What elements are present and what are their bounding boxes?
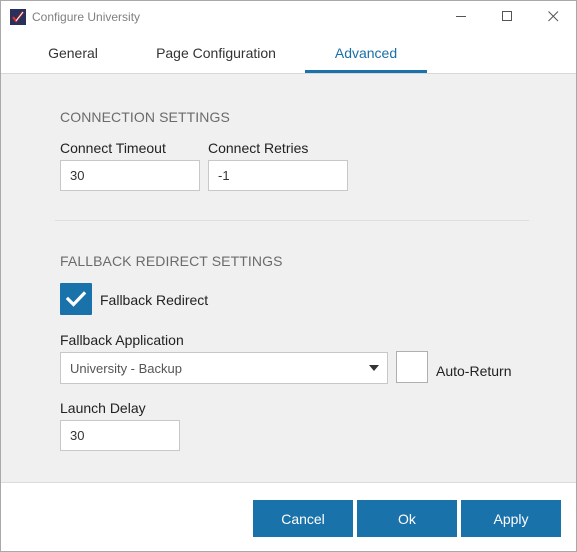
fallback-redirect-checkbox[interactable]: [60, 283, 92, 315]
maximize-button[interactable]: [484, 1, 530, 32]
advanced-panel: CONNECTION SETTINGS Connect Timeout Conn…: [1, 74, 576, 482]
tab-page-configuration[interactable]: Page Configuration: [143, 32, 289, 74]
maximize-icon: [501, 11, 512, 21]
connect-retries-input[interactable]: [208, 160, 348, 191]
fallback-settings-heading: FALLBACK REDIRECT SETTINGS: [60, 253, 283, 269]
auto-return-label: Auto-Return: [436, 363, 512, 379]
configure-dialog: Configure University General Page Config…: [0, 0, 577, 552]
section-divider: [55, 220, 529, 221]
checkmark-icon: [66, 291, 86, 307]
tab-general[interactable]: General: [27, 32, 119, 74]
connect-timeout-label: Connect Timeout: [60, 140, 166, 156]
connection-settings-heading: CONNECTION SETTINGS: [60, 109, 230, 125]
launch-delay-input[interactable]: [60, 420, 180, 451]
close-icon: [547, 11, 558, 22]
window-title: Configure University: [32, 10, 141, 24]
connect-retries-label: Connect Retries: [208, 140, 309, 156]
active-tab-indicator: [305, 70, 427, 73]
title-bar[interactable]: Configure University: [1, 1, 576, 32]
minimize-icon: [455, 16, 466, 17]
tab-advanced[interactable]: Advanced: [305, 32, 427, 74]
minimize-button[interactable]: [438, 1, 484, 32]
ok-button[interactable]: Ok: [357, 500, 457, 537]
close-button[interactable]: [530, 1, 576, 32]
connect-timeout-input[interactable]: [60, 160, 200, 191]
apply-button[interactable]: Apply: [461, 500, 561, 537]
cancel-button[interactable]: Cancel: [253, 500, 353, 537]
fallback-application-value: University - Backup: [70, 360, 182, 376]
auto-return-checkbox[interactable]: [396, 351, 428, 383]
fallback-application-label: Fallback Application: [60, 332, 184, 348]
launch-delay-label: Launch Delay: [60, 400, 146, 416]
dialog-footer: Cancel Ok Apply: [1, 482, 576, 551]
fallback-application-select[interactable]: University - Backup: [60, 352, 388, 384]
tab-bar: General Page Configuration Advanced: [1, 32, 576, 74]
chevron-down-icon: [369, 365, 379, 371]
fallback-redirect-label: Fallback Redirect: [100, 292, 209, 308]
app-logo-icon: [10, 9, 26, 25]
